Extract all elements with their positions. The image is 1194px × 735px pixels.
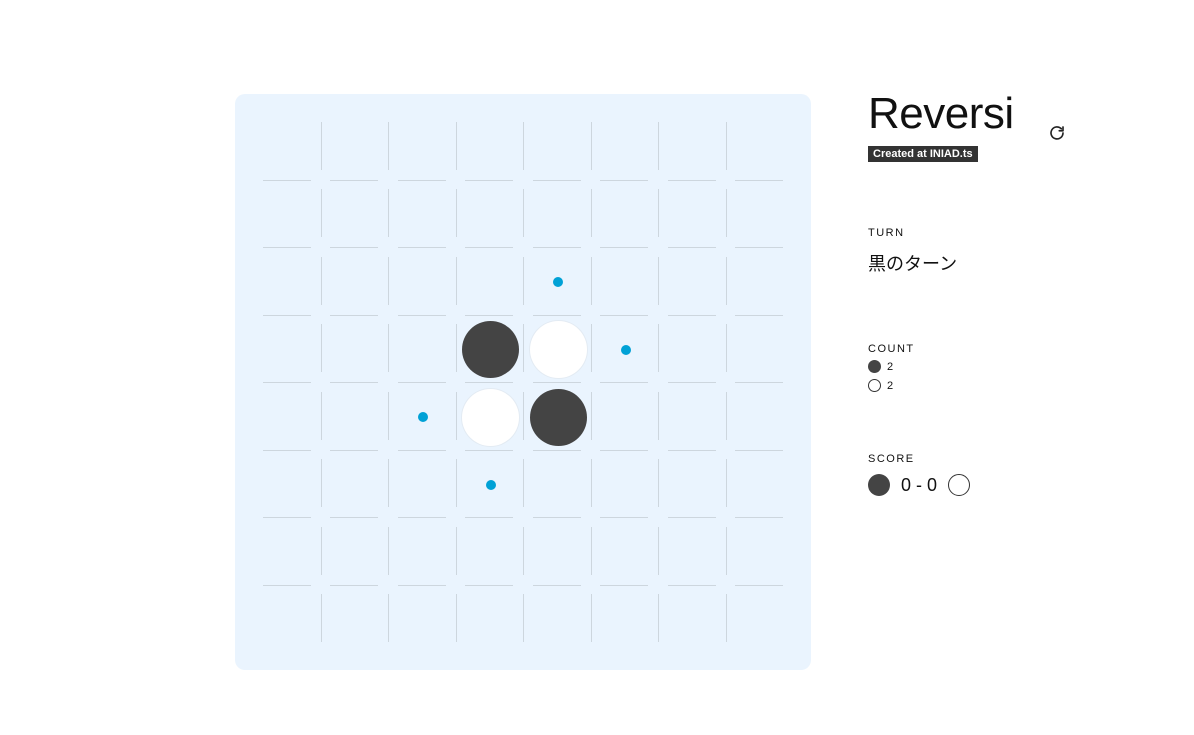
board-cell[interactable]: [591, 517, 661, 587]
white-stone-icon: [868, 379, 881, 392]
board-cell[interactable]: [388, 517, 458, 587]
black-stone-icon: [868, 360, 881, 373]
board-cell[interactable]: [321, 585, 391, 655]
side-panel: Reversi Created at INIAD.ts TURN 黒のターン C…: [868, 89, 1128, 496]
board-cell[interactable]: [388, 315, 458, 385]
board-cell[interactable]: [523, 112, 593, 182]
score-value: 0 - 0: [901, 474, 938, 495]
refresh-icon: [1050, 126, 1064, 140]
board-cell[interactable]: [523, 585, 593, 655]
board-cell[interactable]: [591, 247, 661, 317]
count-black-row: 2: [868, 360, 893, 373]
game-board: [235, 94, 811, 670]
board-cell[interactable]: [456, 180, 526, 250]
app-title: Reversi: [868, 89, 1014, 138]
board-cell[interactable]: [658, 180, 728, 250]
board-cell[interactable]: [726, 382, 796, 452]
board-cell[interactable]: [456, 112, 526, 182]
board-cell[interactable]: [253, 112, 323, 182]
board-cell[interactable]: [591, 180, 661, 250]
board-cell[interactable]: [253, 585, 323, 655]
board-cell[interactable]: [321, 450, 391, 520]
board-cell[interactable]: [523, 382, 593, 452]
turn-label: TURN: [868, 227, 905, 239]
board-cell[interactable]: [658, 247, 728, 317]
board-cell[interactable]: [658, 585, 728, 655]
board-cell[interactable]: [388, 585, 458, 655]
board-cell[interactable]: [591, 382, 661, 452]
reset-button[interactable]: [1046, 122, 1068, 144]
move-hint-dot: [553, 277, 563, 287]
score-row: 0 - 0: [868, 474, 971, 496]
board-cell[interactable]: [523, 315, 593, 385]
board-cell[interactable]: [388, 180, 458, 250]
white-stone: [462, 388, 520, 446]
board-cell[interactable]: [388, 247, 458, 317]
board-cell[interactable]: [726, 247, 796, 317]
board-cell[interactable]: [321, 247, 391, 317]
board-cell[interactable]: [456, 450, 526, 520]
board-cell[interactable]: [321, 112, 391, 182]
count-label: COUNT: [868, 343, 915, 355]
black-stone: [529, 388, 587, 446]
board-cell[interactable]: [658, 315, 728, 385]
board-cell[interactable]: [523, 450, 593, 520]
move-hint-dot: [418, 412, 428, 422]
board-cell[interactable]: [321, 517, 391, 587]
board-cell[interactable]: [726, 112, 796, 182]
board-cell[interactable]: [388, 382, 458, 452]
count-white-value: 2: [887, 379, 894, 392]
board-cell[interactable]: [253, 180, 323, 250]
board-cell[interactable]: [658, 112, 728, 182]
board-cell[interactable]: [726, 585, 796, 655]
board-cell[interactable]: [726, 517, 796, 587]
board-cell[interactable]: [456, 247, 526, 317]
board-cell[interactable]: [388, 450, 458, 520]
board-cell[interactable]: [591, 315, 661, 385]
board-cell[interactable]: [726, 450, 796, 520]
board-cell[interactable]: [253, 382, 323, 452]
board-cell[interactable]: [456, 585, 526, 655]
board-cell[interactable]: [658, 517, 728, 587]
board-cell[interactable]: [253, 517, 323, 587]
board-cell[interactable]: [658, 382, 728, 452]
board-cell[interactable]: [388, 112, 458, 182]
board-cell[interactable]: [253, 450, 323, 520]
board-cell[interactable]: [456, 382, 526, 452]
count-black-value: 2: [887, 360, 894, 373]
board-grid: [253, 112, 793, 652]
score-label: SCORE: [868, 453, 915, 465]
credit-badge: Created at INIAD.ts: [868, 146, 978, 162]
board-cell[interactable]: [321, 315, 391, 385]
black-stone: [462, 321, 520, 379]
board-cell[interactable]: [591, 585, 661, 655]
white-stone: [529, 321, 587, 379]
board-cell[interactable]: [523, 247, 593, 317]
count-white-row: 2: [868, 379, 893, 392]
move-hint-dot: [620, 344, 631, 355]
turn-value: 黒のターン: [868, 254, 958, 275]
board-cell[interactable]: [321, 180, 391, 250]
board-cell[interactable]: [726, 180, 796, 250]
board-cell[interactable]: [523, 517, 593, 587]
board-cell[interactable]: [658, 450, 728, 520]
board-cell[interactable]: [253, 247, 323, 317]
score-black-stone-icon: [868, 474, 890, 496]
board-cell[interactable]: [456, 315, 526, 385]
board-cell[interactable]: [591, 450, 661, 520]
board-cell[interactable]: [523, 180, 593, 250]
board-cell[interactable]: [726, 315, 796, 385]
score-white-stone-icon: [948, 474, 971, 496]
board-cell[interactable]: [253, 315, 323, 385]
board-cell[interactable]: [591, 112, 661, 182]
move-hint-dot: [485, 479, 496, 490]
board-cell[interactable]: [321, 382, 391, 452]
board-cell[interactable]: [456, 517, 526, 587]
